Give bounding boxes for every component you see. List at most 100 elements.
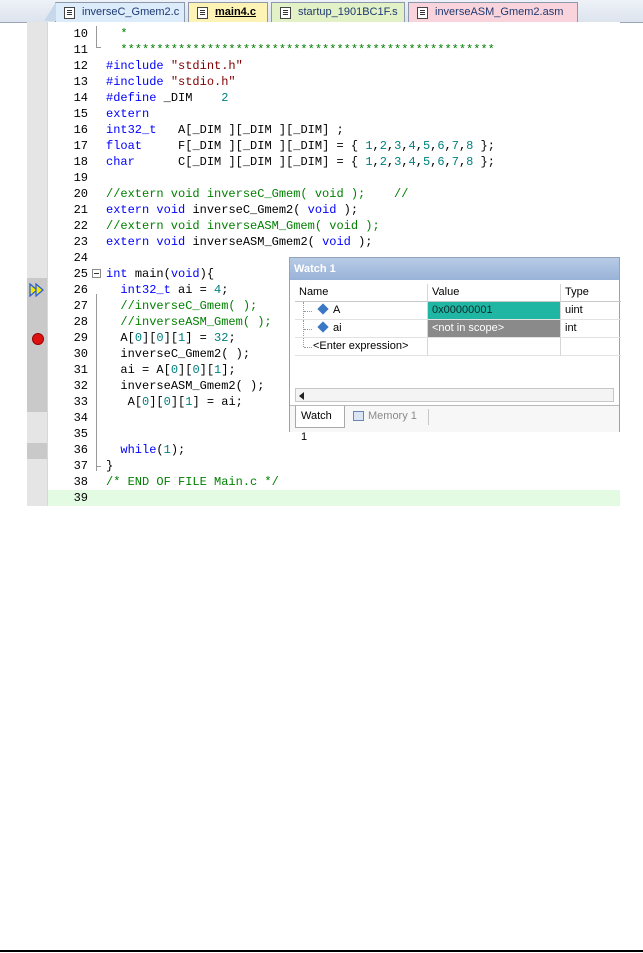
- tab-startup[interactable]: startup_1901BC1F.s: [271, 2, 405, 22]
- line-code[interactable]: #include "stdint.h": [106, 58, 243, 74]
- code-line[interactable]: 37}: [48, 458, 620, 474]
- code-line[interactable]: 22 //extern void inverseASM_Gmem( void );: [48, 218, 620, 234]
- tab-inversec-gmem2[interactable]: inverseC_Gmem2.c: [44, 2, 185, 22]
- code-line[interactable]: 10 *: [48, 26, 620, 42]
- fold-toggle-icon[interactable]: [92, 269, 101, 278]
- tree-line: [304, 347, 312, 348]
- line-number: 16: [73, 123, 88, 137]
- code-line[interactable]: 14 #define _DIM 2: [48, 90, 620, 106]
- line-number: 26: [73, 283, 88, 297]
- watch-type: uint: [561, 302, 621, 320]
- watch-tab-strip: Watch 1 Memory 1: [290, 405, 619, 443]
- line-code[interactable]: //extern void inverseASM_Gmem( void );: [106, 218, 380, 234]
- line-code[interactable]: A[0][0][1] = 32;: [106, 330, 235, 346]
- code-line[interactable]: 38 /* END OF FILE Main.c */: [48, 474, 620, 490]
- tree-line: [303, 338, 305, 347]
- line-number: 12: [73, 59, 88, 73]
- tab-inverseasm-gmem2[interactable]: inverseASM_Gmem2.asm: [408, 2, 578, 22]
- line-code[interactable]: int main(void){: [106, 266, 214, 282]
- tab-separator: [428, 409, 429, 425]
- line-code[interactable]: //inverseASM_Gmem( );: [106, 314, 271, 330]
- code-line[interactable]: 20 //extern void inverseC_Gmem( void ); /…: [48, 186, 620, 202]
- tab-memory1[interactable]: Memory 1: [350, 406, 422, 428]
- line-number: 29: [73, 331, 88, 345]
- line-code[interactable]: while(1);: [106, 442, 185, 458]
- current-line-arrow-icon: [29, 283, 44, 297]
- line-number: 23: [73, 235, 88, 249]
- line-number: 24: [73, 251, 88, 265]
- tree-line: [304, 329, 312, 330]
- line-code[interactable]: }: [106, 458, 113, 474]
- code-line[interactable]: 12 #include "stdint.h": [48, 58, 620, 74]
- line-number: 38: [73, 475, 88, 489]
- line-number: 36: [73, 443, 88, 457]
- line-code[interactable]: ai = A[0][0][1];: [106, 362, 235, 378]
- enter-expression-input[interactable]: <Enter expression>: [299, 340, 408, 352]
- line-number: 17: [73, 139, 88, 153]
- line-code[interactable]: inverseASM_Gmem2( );: [106, 378, 264, 394]
- watch-row-enter-expression[interactable]: <Enter expression>: [295, 338, 621, 356]
- fold-guide-end: [96, 466, 101, 467]
- tab-main4[interactable]: main4.c: [188, 2, 268, 22]
- line-number: 11: [73, 43, 88, 57]
- scroll-left-arrow-icon[interactable]: [299, 392, 304, 400]
- tab-label: inverseASM_Gmem2.asm: [435, 6, 564, 18]
- code-line[interactable]: 36 while(1);: [48, 442, 620, 458]
- watch-name-cell: <Enter expression>: [295, 338, 428, 356]
- line-code[interactable]: *: [106, 26, 127, 42]
- line-code[interactable]: inverseC_Gmem2( );: [106, 346, 250, 362]
- line-code[interactable]: float F[_DIM ][_DIM ][_DIM] = { 1,2,3,4,…: [106, 138, 495, 154]
- tab-watch1[interactable]: Watch 1: [295, 406, 345, 443]
- line-number: 15: [73, 107, 88, 121]
- line-code[interactable]: int32_t ai = 4;: [106, 282, 228, 298]
- line-code[interactable]: /* END OF FILE Main.c */: [106, 474, 279, 490]
- line-number: 32: [73, 379, 88, 393]
- line-code[interactable]: extern: [106, 106, 149, 122]
- watch-row[interactable]: A 0x00000001 uint: [295, 302, 621, 320]
- code-line[interactable]: 21 extern void inverseC_Gmem2( void );: [48, 202, 620, 218]
- column-header-value[interactable]: Value: [428, 284, 561, 302]
- line-code[interactable]: char C[_DIM ][_DIM ][_DIM] = { 1,2,3,4,5…: [106, 154, 495, 170]
- line-code[interactable]: //extern void inverseC_Gmem( void ); //: [106, 186, 408, 202]
- code-line[interactable]: 11 *************************************…: [48, 42, 620, 58]
- watch-value: [428, 338, 561, 356]
- column-header-type[interactable]: Type: [561, 284, 621, 302]
- line-code[interactable]: extern void inverseC_Gmem2( void );: [106, 202, 358, 218]
- code-line[interactable]: 17 float F[_DIM ][_DIM ][_DIM] = { 1,2,3,…: [48, 138, 620, 154]
- code-line[interactable]: 15 extern: [48, 106, 620, 122]
- watch-row[interactable]: ai <not in scope> int: [295, 320, 621, 338]
- code-line[interactable]: 23 extern void inverseASM_Gmem2( void );: [48, 234, 620, 250]
- code-line[interactable]: 18 char C[_DIM ][_DIM ][_DIM] = { 1,2,3,4…: [48, 154, 620, 170]
- memory-icon: [353, 411, 364, 421]
- line-code[interactable]: ****************************************…: [106, 42, 494, 58]
- line-number: 10: [73, 27, 88, 41]
- code-line[interactable]: 39: [48, 490, 620, 506]
- breakpoint-icon[interactable]: [32, 333, 44, 345]
- line-code[interactable]: int32_t A[_DIM ][_DIM ][_DIM] ;: [106, 122, 344, 138]
- line-number: 21: [73, 203, 88, 217]
- line-number: 14: [73, 91, 88, 105]
- line-code[interactable]: A[0][0][1] = ai;: [106, 394, 243, 410]
- line-code[interactable]: #include "stdio.h": [106, 74, 236, 90]
- watch-value[interactable]: 0x00000001: [428, 302, 561, 320]
- code-line[interactable]: 19: [48, 170, 620, 186]
- line-number: 33: [73, 395, 88, 409]
- breakpoint-margin[interactable]: [27, 22, 47, 506]
- watch-var-name: ai: [333, 322, 342, 334]
- line-code[interactable]: //inverseC_Gmem( );: [106, 298, 257, 314]
- line-code[interactable]: #define _DIM 2: [106, 90, 228, 106]
- line-code[interactable]: extern void inverseASM_Gmem2( void );: [106, 234, 372, 250]
- code-line[interactable]: 16 int32_t A[_DIM ][_DIM ][_DIM] ;: [48, 122, 620, 138]
- code-line[interactable]: 13 #include "stdio.h": [48, 74, 620, 90]
- tab-label: startup_1901BC1F.s: [298, 6, 398, 18]
- asm-file-icon: [280, 7, 291, 19]
- watch-name-cell: ai: [295, 320, 428, 338]
- variable-icon: [317, 321, 329, 333]
- executable-lines-marker: [27, 443, 47, 459]
- fold-guide-end: [96, 47, 101, 48]
- line-number: 19: [73, 171, 88, 185]
- watch-value[interactable]: <not in scope>: [428, 320, 561, 338]
- horizontal-scrollbar[interactable]: [295, 388, 614, 402]
- column-header-name[interactable]: Name: [295, 284, 428, 302]
- watch-type: int: [561, 320, 621, 338]
